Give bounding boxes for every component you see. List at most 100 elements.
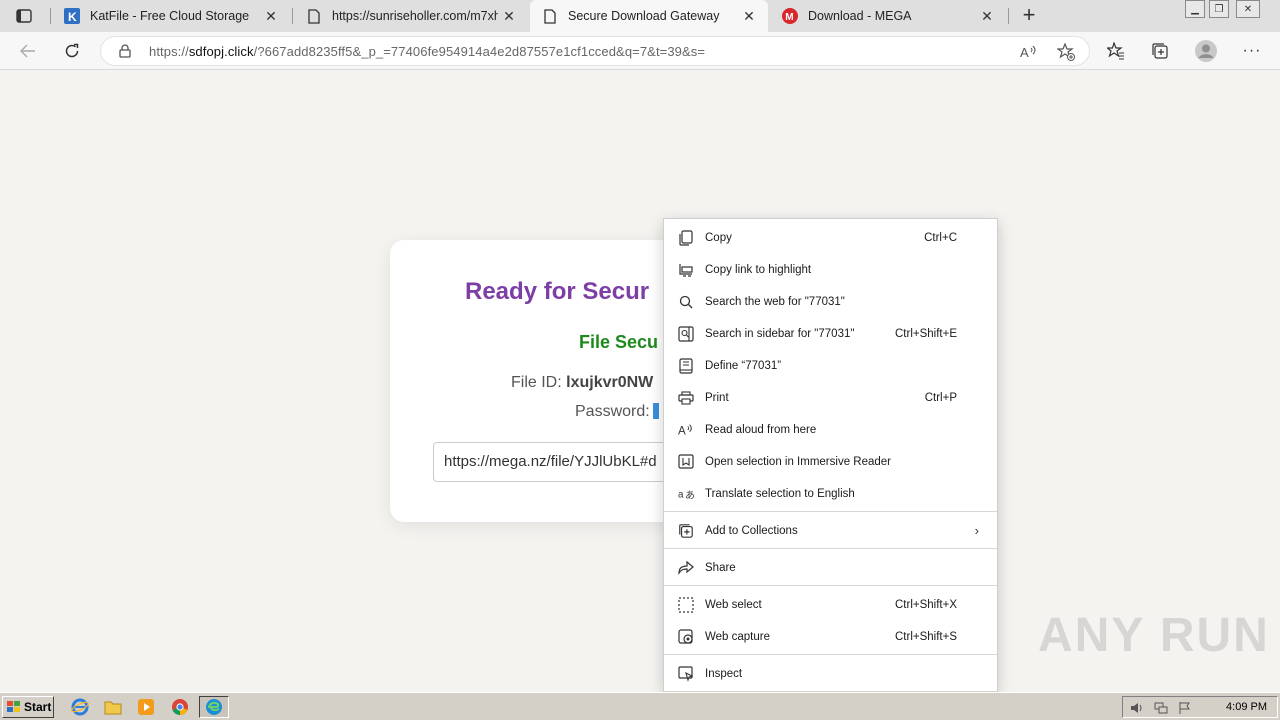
taskbar-edge[interactable] bbox=[199, 696, 229, 718]
taskbar-explorer[interactable] bbox=[101, 696, 125, 718]
menu-divider bbox=[664, 548, 997, 549]
edge-icon bbox=[206, 699, 222, 715]
search-icon bbox=[678, 294, 694, 310]
menu-item-search-sidebar[interactable]: Search in sidebar for "77031" Ctrl+Shift… bbox=[664, 318, 997, 350]
lock-icon[interactable] bbox=[119, 44, 131, 63]
menu-item-label: Web select bbox=[705, 599, 762, 611]
immersive-reader-icon bbox=[678, 454, 694, 470]
url-prefix: https:// bbox=[149, 44, 189, 59]
taskbar-media-player[interactable] bbox=[134, 696, 158, 718]
profile-button[interactable] bbox=[1194, 40, 1218, 62]
svg-text:A: A bbox=[1020, 45, 1029, 59]
taskbar: Start 4:09 PM bbox=[0, 692, 1280, 720]
menu-divider bbox=[664, 511, 997, 512]
close-window-button[interactable]: ✕ bbox=[1236, 0, 1260, 18]
page-icon bbox=[306, 8, 322, 24]
tab-title: https://sunriseholler.com/m7xh bbox=[332, 9, 498, 23]
tab-separator bbox=[50, 8, 51, 24]
menu-item-copy-link-to-highlight[interactable]: Copy link to highlight bbox=[664, 254, 997, 286]
favorites-icon bbox=[1107, 42, 1124, 60]
mega-icon: M bbox=[782, 8, 798, 24]
close-tab-icon[interactable]: ✕ bbox=[502, 9, 516, 23]
tab-separator bbox=[1008, 8, 1009, 24]
windows-logo-icon bbox=[7, 701, 21, 713]
menu-item-print[interactable]: Print Ctrl+P bbox=[664, 382, 997, 414]
tab-katfile[interactable]: K KatFile - Free Cloud Storage ✕ bbox=[52, 0, 290, 32]
menu-item-add-to-collections[interactable]: Add to Collections › bbox=[664, 515, 997, 547]
chevron-right-icon: › bbox=[974, 523, 979, 538]
context-menu: Copy Ctrl+C Copy link to highlight Searc… bbox=[663, 218, 998, 692]
tab-actions-icon bbox=[16, 9, 32, 23]
menu-item-label: Copy link to highlight bbox=[705, 264, 812, 276]
volume-icon[interactable] bbox=[1129, 700, 1145, 716]
menu-item-label: Web capture bbox=[705, 631, 770, 643]
refresh-button[interactable] bbox=[58, 38, 86, 64]
menu-item-define[interactable]: Define “77031” bbox=[664, 350, 997, 382]
anyrun-watermark: ANY RUN bbox=[1038, 609, 1270, 662]
taskbar-chrome[interactable] bbox=[168, 696, 192, 718]
menu-item-share[interactable]: Share bbox=[664, 552, 997, 584]
tab-actions-button[interactable] bbox=[8, 5, 40, 27]
menu-item-label: Copy bbox=[705, 232, 732, 244]
menu-item-translate[interactable]: aあ Translate selection to English bbox=[664, 478, 997, 510]
tab-mega[interactable]: M Download - MEGA ✕ bbox=[770, 0, 1006, 32]
taskbar-ie[interactable] bbox=[68, 696, 92, 718]
close-tab-icon[interactable]: ✕ bbox=[264, 9, 278, 23]
address-bar[interactable]: https://sdfopj.click/?667add8235ff5&_p_=… bbox=[100, 36, 1090, 66]
back-button[interactable] bbox=[14, 38, 42, 64]
menu-item-web-select[interactable]: Web select Ctrl+Shift+X bbox=[664, 589, 997, 621]
read-aloud-icon: A bbox=[678, 422, 694, 438]
file-id-row: File ID: lxujkvr0NW bbox=[511, 374, 653, 392]
folder-icon bbox=[104, 701, 122, 715]
start-label: Start bbox=[24, 700, 52, 714]
copy-icon bbox=[678, 230, 694, 246]
system-tray: 4:09 PM bbox=[1122, 696, 1278, 718]
menu-item-web-capture[interactable]: Web capture Ctrl+Shift+S bbox=[664, 621, 997, 653]
menu-item-label: Print bbox=[705, 392, 729, 404]
print-icon bbox=[678, 390, 694, 406]
web-select-icon bbox=[678, 597, 694, 613]
menu-item-label: Search in sidebar for "77031" bbox=[705, 328, 855, 340]
url-text[interactable]: https://sdfopj.click/?667add8235ff5&_p_=… bbox=[149, 44, 705, 59]
start-button[interactable]: Start bbox=[2, 696, 54, 718]
close-tab-icon[interactable]: ✕ bbox=[980, 9, 994, 23]
add-favorite-icon[interactable] bbox=[1056, 43, 1076, 61]
media-player-icon bbox=[138, 699, 154, 715]
password-selection[interactable] bbox=[652, 403, 659, 419]
clock[interactable]: 4:09 PM bbox=[1226, 701, 1267, 713]
share-icon bbox=[678, 560, 694, 576]
menu-item-inspect[interactable]: Inspect bbox=[664, 658, 997, 690]
settings-menu-button[interactable]: ··· bbox=[1240, 40, 1264, 62]
tab-sunriseholler[interactable]: https://sunriseholler.com/m7xh ✕ bbox=[294, 0, 528, 32]
dictionary-icon bbox=[678, 358, 694, 374]
network-icon[interactable] bbox=[1153, 700, 1169, 716]
menu-item-read-aloud[interactable]: A Read aloud from here bbox=[664, 414, 997, 446]
flag-icon[interactable] bbox=[1177, 700, 1193, 716]
minimize-button[interactable]: ▁ bbox=[1185, 0, 1205, 18]
restore-icon: ❐ bbox=[1214, 3, 1224, 15]
file-id-label: File ID: bbox=[511, 374, 562, 391]
svg-text:あ: あ bbox=[685, 489, 694, 501]
menu-item-shortcut: Ctrl+Shift+S bbox=[895, 631, 957, 643]
minimize-icon: ▁ bbox=[1191, 3, 1199, 15]
katfile-icon: K bbox=[64, 8, 80, 24]
menu-item-search-web[interactable]: Search the web for "77031" bbox=[664, 286, 997, 318]
file-id-value: lxujkvr0NW bbox=[566, 374, 654, 391]
menu-item-label: Define “77031” bbox=[705, 360, 782, 372]
menu-item-shortcut: Ctrl+C bbox=[924, 232, 957, 244]
menu-item-label: Read aloud from here bbox=[705, 424, 817, 436]
close-tab-icon[interactable]: ✕ bbox=[742, 9, 756, 23]
tab-secure-download[interactable]: Secure Download Gateway ✕ bbox=[530, 0, 768, 32]
navigation-bar: https://sdfopj.click/?667add8235ff5&_p_=… bbox=[0, 32, 1280, 70]
menu-item-shortcut: Ctrl+Shift+E bbox=[895, 328, 957, 340]
read-aloud-icon[interactable]: A bbox=[1019, 43, 1039, 61]
link-highlight-icon bbox=[678, 262, 694, 278]
new-tab-button[interactable]: + bbox=[1018, 4, 1040, 27]
tab-title: Download - MEGA bbox=[808, 9, 912, 23]
collections-button[interactable] bbox=[1148, 40, 1172, 62]
favorites-button[interactable] bbox=[1104, 40, 1128, 62]
restore-button[interactable]: ❐ bbox=[1209, 0, 1229, 18]
menu-item-copy[interactable]: Copy Ctrl+C bbox=[664, 222, 997, 254]
menu-item-immersive-reader[interactable]: Open selection in Immersive Reader bbox=[664, 446, 997, 478]
tab-title: Secure Download Gateway bbox=[568, 9, 720, 23]
